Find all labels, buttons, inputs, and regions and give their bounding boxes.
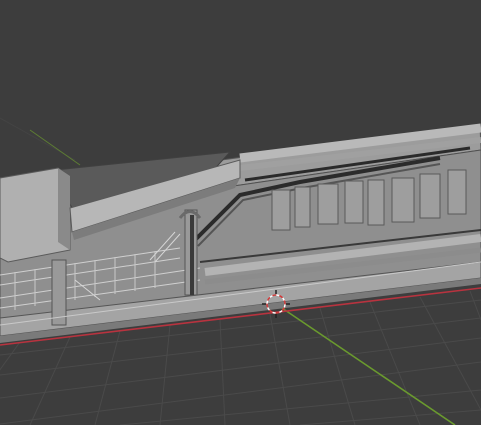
3d-viewport[interactable] [0,0,481,425]
model-structure[interactable] [0,123,481,343]
viewport-scene[interactable] [0,0,481,425]
y-axis-line-back [29,129,81,166]
